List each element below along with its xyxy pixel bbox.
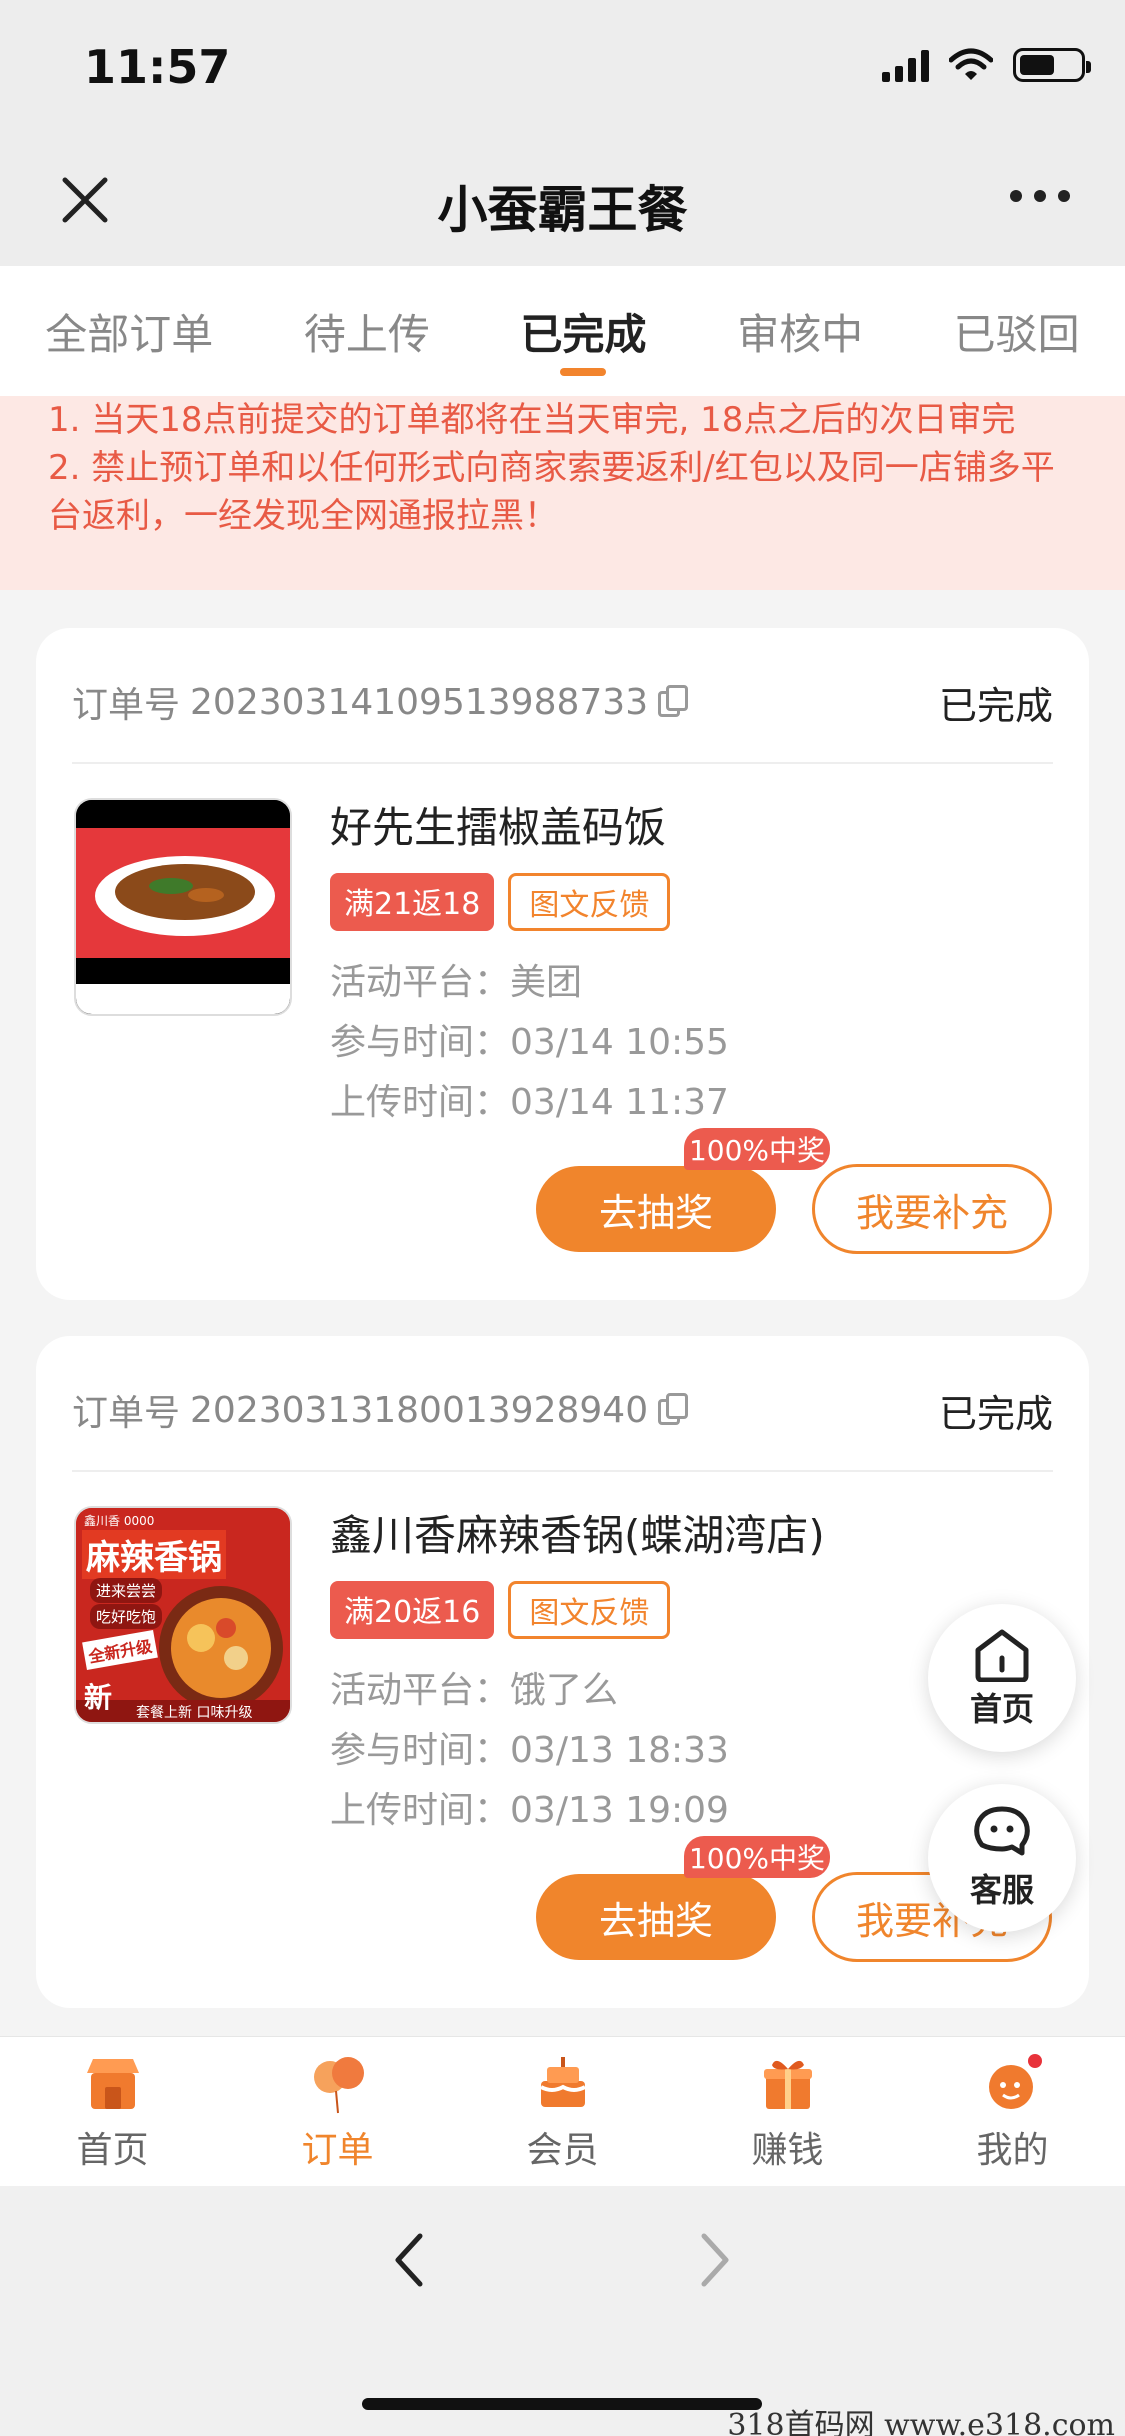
supplement-button[interactable]: 我要补充	[812, 1164, 1052, 1254]
shop-name[interactable]: 鑫川香麻辣香锅(蝶湖湾店)	[330, 1502, 1059, 1563]
join-time-value: 03/13 18:33	[510, 1730, 729, 1771]
tabbar-label-mine: 我的	[976, 2129, 1049, 2171]
signal-icon	[882, 48, 929, 82]
order-badges: 满21返18 图文反馈	[330, 873, 1059, 931]
tab-reviewing[interactable]: 审核中	[727, 266, 873, 396]
upload-time-value: 03/14 11:37	[510, 1082, 729, 1123]
lottery-button[interactable]: 去抽奖	[536, 1874, 776, 1960]
page-title: 小蚕霸王餐	[437, 181, 688, 239]
tabbar-item-member[interactable]: 会员	[483, 2051, 643, 2173]
customer-service-icon	[974, 1806, 1030, 1856]
rebate-badge: 满21返18	[330, 873, 495, 931]
forward-arrow-icon[interactable]	[694, 2230, 734, 2290]
battery-icon	[1013, 48, 1091, 82]
order-meta: 活动平台：美团 参与时间：03/14 10:55 上传时间：03/14 11:3…	[330, 953, 1059, 1133]
divider	[72, 1470, 1053, 1472]
floating-service-button[interactable]: 客服	[928, 1784, 1076, 1932]
upload-time-label: 上传时间：	[330, 1790, 511, 1831]
order-status: 已完成	[938, 1391, 1053, 1436]
store-icon	[86, 2058, 139, 2109]
home-indicator	[362, 2398, 762, 2410]
order-tabs: 全部订单 待上传 已完成 审核中 已驳回	[0, 266, 1125, 396]
feedback-type-badge: 图文反馈	[508, 1581, 671, 1639]
tabbar-label-earn: 赚钱	[751, 2129, 824, 2171]
win-rate-tag: 100%中奖	[684, 1128, 830, 1170]
copy-icon[interactable]	[658, 685, 690, 719]
status-bar: 11:57	[0, 0, 1125, 140]
tabbar-label-orders: 订单	[301, 2129, 374, 2171]
copy-icon[interactable]	[658, 1393, 690, 1427]
join-time-label: 参与时间：	[330, 1730, 511, 1771]
notice-banner: 1. 当天18点前提交的订单都将在当天审完, 18点之后的次日审完 2. 禁止预…	[0, 396, 1125, 590]
rebate-badge: 满20返16	[330, 1581, 495, 1639]
order-number-label: 订单号	[72, 1393, 181, 1434]
win-rate-tag: 100%中奖	[684, 1836, 830, 1878]
order-number: 订单号 20230313180013928940	[72, 1384, 690, 1436]
tabbar-item-home[interactable]: 首页	[33, 2051, 193, 2173]
platform-value: 美团	[510, 962, 583, 1003]
order-info: 好先生擂椒盖码饭 满21返18 图文反馈 活动平台：美团 参与时间：03/14 …	[330, 794, 1059, 1133]
order-status: 已完成	[938, 683, 1053, 728]
bottom-tabbar: 首页 订单 会员 赚钱 我的	[0, 2036, 1125, 2186]
floating-service-label: 客服	[969, 1871, 1034, 1909]
platform-label: 活动平台：	[330, 1670, 511, 1711]
status-time: 11:57	[84, 40, 231, 94]
shop-name[interactable]: 好先生擂椒盖码饭	[330, 794, 1059, 855]
platform-value: 饿了么	[510, 1670, 619, 1711]
wifi-icon	[949, 48, 993, 80]
thumb-title: 麻辣香锅	[82, 1530, 226, 1579]
status-icons	[882, 48, 1091, 82]
thumb-pill-1: 进来尝尝	[90, 1578, 163, 1603]
thumb-pill-2: 吃好吃饱	[90, 1604, 163, 1629]
divider	[72, 762, 1053, 764]
thumb-new: 新	[84, 1681, 113, 1714]
order-header: 订单号 20230314109513988733 已完成	[72, 672, 1053, 732]
shop-thumbnail[interactable]: 鑫川香 0000 麻辣香锅 进来尝尝 吃好吃饱 全新升级 新 套餐上新 口味升级	[74, 1506, 292, 1724]
upload-time-value: 03/13 19:09	[510, 1790, 729, 1831]
upload-time-label: 上传时间：	[330, 1082, 511, 1123]
join-time-label: 参与时间：	[330, 1022, 511, 1063]
tabbar-label-member: 会员	[526, 2129, 599, 2171]
order-number: 订单号 20230314109513988733	[72, 676, 690, 728]
home-icon	[975, 1629, 1029, 1682]
tabbar-item-earn[interactable]: 赚钱	[708, 2051, 868, 2173]
lottery-button[interactable]: 去抽奖	[536, 1166, 776, 1252]
tab-all[interactable]: 全部订单	[35, 266, 223, 396]
order-number-value: 20230314109513988733	[190, 681, 649, 723]
tabbar-item-orders[interactable]: 订单	[258, 2051, 418, 2173]
tabbar-item-mine[interactable]: 我的	[933, 2051, 1093, 2173]
tabbar-label-home: 首页	[76, 2129, 149, 2171]
balloon-icon	[313, 2056, 364, 2113]
back-arrow-icon[interactable]	[390, 2230, 430, 2290]
platform-label: 活动平台：	[330, 962, 511, 1003]
nav-bar: 小蚕霸王餐	[0, 140, 1125, 266]
order-header: 订单号 20230313180013928940 已完成	[72, 1380, 1053, 1440]
tab-rejected[interactable]: 已驳回	[944, 266, 1090, 396]
shop-thumbnail[interactable]	[74, 798, 292, 1016]
order-number-value: 20230313180013928940	[190, 1389, 649, 1431]
tab-completed[interactable]: 已完成	[510, 266, 656, 396]
cake-icon	[539, 2056, 586, 2107]
thumb-bottom: 套餐上新 口味升级	[136, 1705, 253, 1721]
order-number-label: 订单号	[72, 685, 181, 726]
notice-line-1: 1. 当天18点前提交的订单都将在当天审完, 18点之后的次日审完	[48, 400, 1016, 440]
more-icon[interactable]	[1010, 190, 1070, 202]
mascot-icon	[988, 2053, 1042, 2109]
tab-pending-upload[interactable]: 待上传	[294, 266, 440, 396]
join-time-value: 03/14 10:55	[510, 1022, 729, 1063]
floating-home-label: 首页	[969, 1690, 1034, 1728]
gift-icon	[763, 2060, 812, 2109]
thumb-topline: 鑫川香 0000	[84, 1514, 155, 1528]
feedback-type-badge: 图文反馈	[508, 873, 671, 931]
notice-line-2: 2. 禁止预订单和以任何形式向商家索要返利/红包以及同一店铺多平台返利，一经发现…	[48, 448, 1055, 536]
floating-home-button[interactable]: 首页	[928, 1604, 1076, 1752]
order-card: 订单号 20230314109513988733 已完成 好先生擂椒盖码饭 满2…	[36, 628, 1089, 1300]
watermark: 318首码网 www.e318.com	[727, 2408, 1115, 2436]
